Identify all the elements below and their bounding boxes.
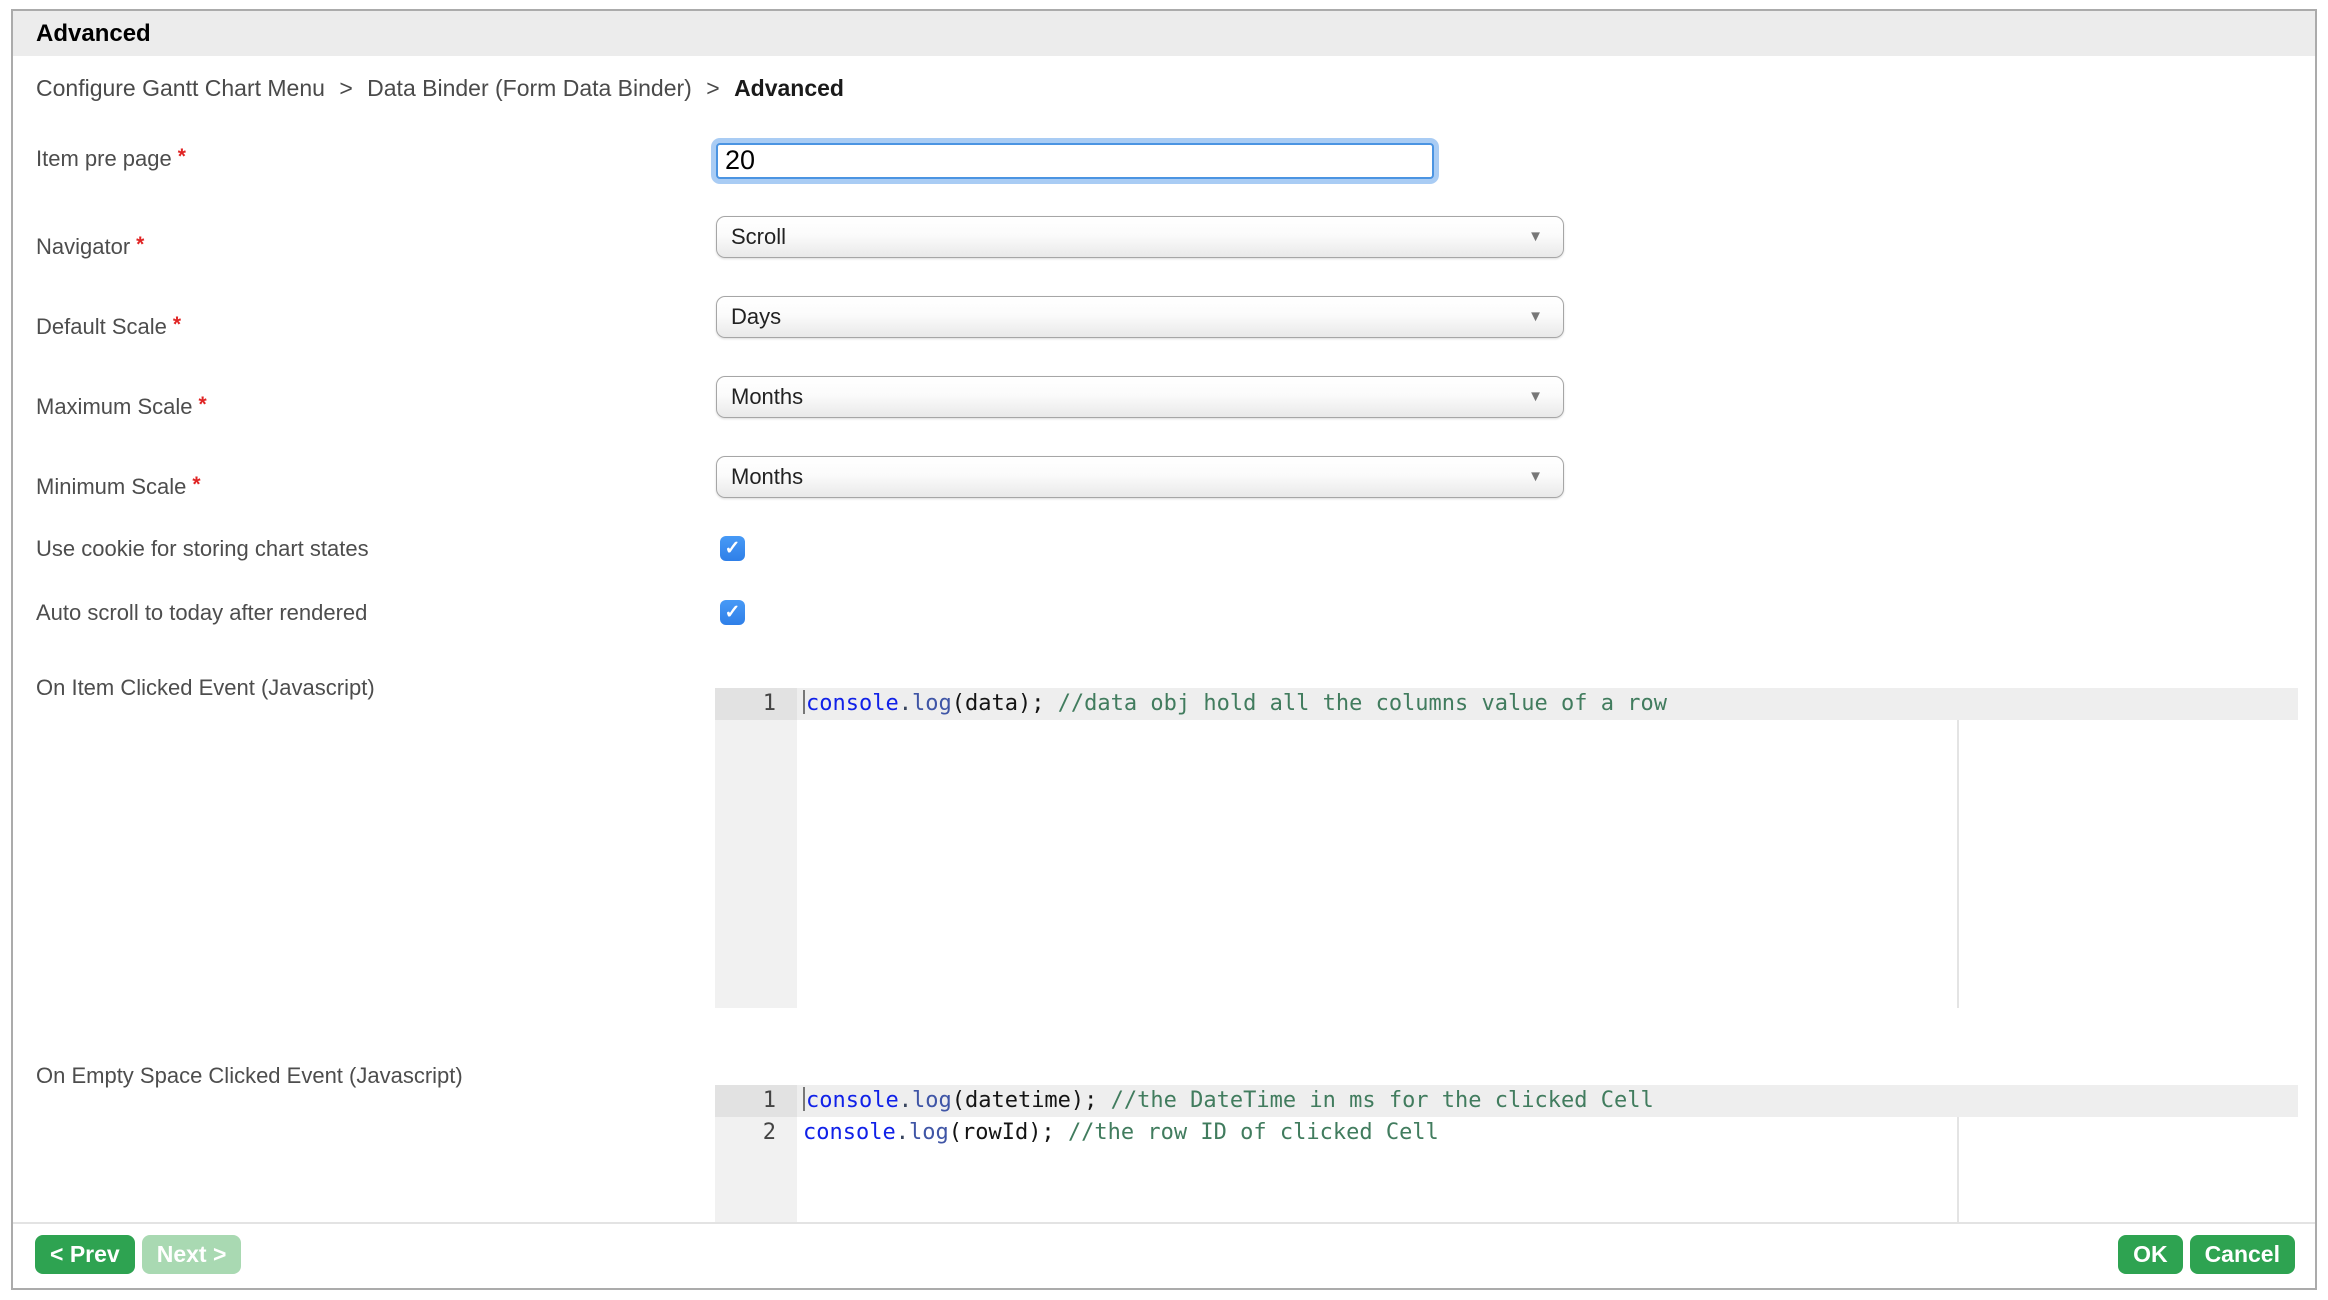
breadcrumb-separator: > — [339, 75, 352, 101]
on-empty-space-clicked-code-editor[interactable]: 1console.log(datetime); //the DateTime i… — [715, 1085, 2298, 1223]
chevron-down-icon: ▼ — [1528, 457, 1543, 497]
use-cookie-label: Use cookie for storing chart states — [36, 536, 369, 561]
editor-code-lines: 1console.log(data); //data obj hold all … — [715, 688, 2298, 720]
advanced-dialog: Advanced Configure Gantt Chart Menu > Da… — [11, 9, 2317, 1290]
line-number: 1 — [715, 1085, 797, 1117]
navigator-label: Navigator* — [36, 233, 144, 262]
required-asterisk: * — [136, 233, 144, 256]
footer-nav-buttons: < Prev Next > — [35, 1235, 241, 1274]
on-item-clicked-label: On Item Clicked Event (Javascript) — [36, 674, 375, 702]
default-scale-selected-value: Days — [731, 297, 781, 337]
chevron-down-icon: ▼ — [1528, 297, 1543, 337]
editor-code-lines: 1console.log(datetime); //the DateTime i… — [715, 1085, 2298, 1149]
editor-print-margin — [1957, 688, 1959, 1008]
minimum-scale-select[interactable]: Months ▼ — [716, 456, 1564, 498]
default-scale-select[interactable]: Days ▼ — [716, 296, 1564, 338]
breadcrumb-separator: > — [706, 75, 719, 101]
breadcrumb-item-menu[interactable]: Configure Gantt Chart Menu — [36, 75, 325, 101]
line-number: 2 — [715, 1117, 797, 1149]
required-asterisk: * — [173, 313, 181, 336]
footer-divider — [13, 1222, 2315, 1224]
item-per-page-label: Item pre page* — [36, 145, 186, 174]
chevron-down-icon: ▼ — [1528, 377, 1543, 417]
breadcrumb: Configure Gantt Chart Menu > Data Binder… — [36, 73, 844, 103]
next-button[interactable]: Next > — [142, 1235, 242, 1274]
cancel-button[interactable]: Cancel — [2190, 1235, 2295, 1274]
checkmark-icon: ✓ — [720, 600, 745, 625]
code-line[interactable]: 1console.log(data); //data obj hold all … — [715, 688, 2298, 720]
navigator-selected-value: Scroll — [731, 217, 786, 257]
maximum-scale-label: Maximum Scale* — [36, 393, 207, 422]
required-asterisk: * — [192, 473, 200, 496]
on-item-clicked-code-editor[interactable]: 1console.log(data); //data obj hold all … — [715, 688, 2298, 1008]
prev-button[interactable]: < Prev — [35, 1235, 135, 1274]
use-cookie-checkbox[interactable]: ✓ — [720, 536, 745, 561]
ok-button[interactable]: OK — [2118, 1235, 2183, 1274]
breadcrumb-item-data-binder[interactable]: Data Binder (Form Data Binder) — [367, 75, 692, 101]
footer-action-buttons: OK Cancel — [2118, 1235, 2295, 1274]
code-line[interactable]: 1console.log(datetime); //the DateTime i… — [715, 1085, 2298, 1117]
line-number: 1 — [715, 688, 797, 720]
auto-scroll-checkbox[interactable]: ✓ — [720, 600, 745, 625]
navigator-select[interactable]: Scroll ▼ — [716, 216, 1564, 258]
auto-scroll-label: Auto scroll to today after rendered — [36, 600, 367, 625]
editor-gutter — [715, 688, 797, 1008]
breadcrumb-item-current: Advanced — [734, 75, 844, 101]
code-text: console.log(rowId); //the row ID of clic… — [803, 1117, 2298, 1149]
checkmark-icon: ✓ — [720, 536, 745, 561]
chevron-down-icon: ▼ — [1528, 217, 1543, 257]
required-asterisk: * — [198, 393, 206, 416]
default-scale-label: Default Scale* — [36, 313, 181, 342]
minimum-scale-label: Minimum Scale* — [36, 473, 201, 502]
maximum-scale-selected-value: Months — [731, 377, 803, 417]
code-text: console.log(datetime); //the DateTime in… — [803, 1085, 2298, 1117]
on-empty-space-clicked-label: On Empty Space Clicked Event (Javascript… — [36, 1062, 463, 1090]
minimum-scale-selected-value: Months — [731, 457, 803, 497]
dialog-titlebar: Advanced — [13, 11, 2315, 56]
dialog-title: Advanced — [36, 11, 151, 56]
code-text: console.log(data); //data obj hold all t… — [803, 688, 2298, 720]
required-asterisk: * — [178, 145, 186, 168]
code-line[interactable]: 2console.log(rowId); //the row ID of cli… — [715, 1117, 2298, 1149]
maximum-scale-select[interactable]: Months ▼ — [716, 376, 1564, 418]
item-per-page-input[interactable] — [716, 143, 1434, 179]
